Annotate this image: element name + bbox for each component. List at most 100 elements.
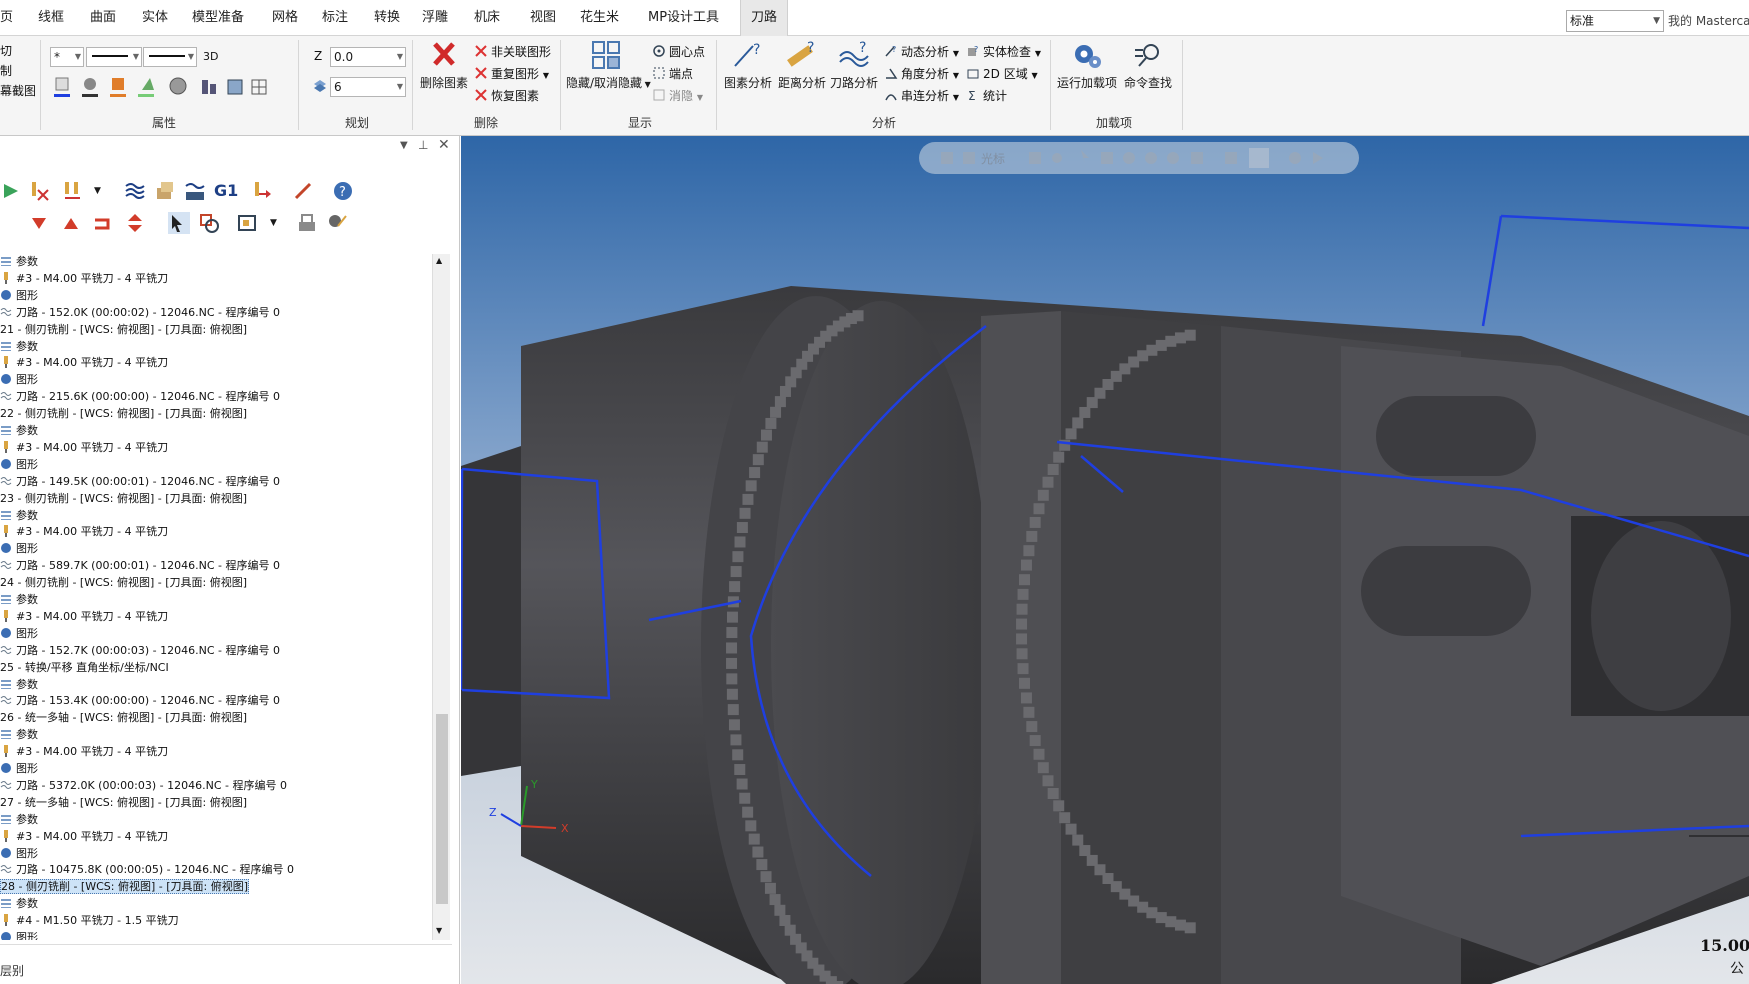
lock-toolpath-icon[interactable] [296, 212, 318, 234]
tool-display-icon[interactable] [326, 212, 348, 234]
entity-analysis-button[interactable]: ? 图素分析 [722, 40, 774, 91]
tree-row[interactable]: 刀路 - 153.4K (00:00:00) - 12046.NC - 程序编号… [0, 693, 280, 709]
tree-row[interactable]: 参数 [0, 254, 38, 270]
move-down-icon[interactable] [28, 212, 50, 234]
statistics-item[interactable]: Σ 统计 [966, 87, 1007, 104]
chain-analysis-item[interactable]: 串连分析 ▼ [884, 87, 959, 104]
tab-10[interactable]: 视图 [530, 0, 556, 36]
angle-analysis-item[interactable]: 角度分析 ▼ [884, 65, 959, 82]
tree-row[interactable]: 刀路 - 5372.0K (00:00:03) - 12046.NC - 程序编… [0, 778, 287, 794]
blank-toggle[interactable]: 消隐 ▼ [652, 87, 703, 104]
tab-3[interactable]: 实体 [142, 0, 168, 36]
tab-4[interactable]: 模型准备 [192, 0, 244, 36]
2d-area-item[interactable]: 2D 区域 ▼ [966, 65, 1038, 82]
tree-row[interactable]: 参数 [0, 508, 38, 524]
tree-row[interactable]: #3 - M4.00 平铣刀 - 4 平铣刀 [0, 829, 168, 845]
select-all-operations-icon[interactable] [0, 180, 22, 202]
tree-row[interactable]: #3 - M4.00 平铣刀 - 4 平铣刀 [0, 440, 168, 456]
center-point-toggle[interactable]: 圆心点 [652, 43, 705, 60]
tab-2[interactable]: 曲面 [90, 0, 116, 36]
tree-row[interactable]: #3 - M4.00 平铣刀 - 4 平铣刀 [0, 609, 168, 625]
tab-12[interactable]: MP设计工具 [648, 0, 719, 36]
endpoints-toggle[interactable]: 端点 [652, 65, 693, 82]
tree-row[interactable]: 图形 [0, 288, 38, 304]
tree-row[interactable]: 参数 [0, 727, 38, 743]
tree-row[interactable]: 27 - 统一多轴 - [WCS: 俯视图] - [刀具面: 俯视图] [0, 795, 247, 811]
g1-post-button[interactable]: G1 [214, 180, 242, 202]
tree-row[interactable]: 参数 [0, 896, 38, 912]
tree-row[interactable]: 刀路 - 152.7K (00:00:03) - 12046.NC - 程序编号… [0, 643, 280, 659]
tree-row[interactable]: 图形 [0, 457, 38, 473]
tree-row[interactable]: 图形 [0, 846, 38, 862]
tree-row[interactable]: 刀路 - 10475.8K (00:00:05) - 12046.NC - 程序… [0, 862, 294, 878]
tree-row[interactable]: 刀路 - 149.5K (00:00:01) - 12046.NC - 程序编号… [0, 474, 280, 490]
tree-row[interactable]: 图形 [0, 930, 38, 940]
tree-row[interactable]: 刀路 - 215.6K (00:00:00) - 12046.NC - 程序编号… [0, 389, 280, 405]
help-icon[interactable]: ? [332, 180, 354, 202]
unassociated-geometry-item[interactable]: 非关联图形 [474, 43, 551, 60]
display-options-icon[interactable] [236, 212, 258, 234]
line-width-select[interactable]: ▼ [143, 47, 197, 67]
tab-8[interactable]: 浮雕 [422, 0, 448, 36]
tree-vertical-scrollbar[interactable]: ▲ ▼ [432, 254, 450, 940]
tree-row[interactable]: 28 - 侧刃铣削 - [WCS: 俯视图] - [刀具面: 俯视图] [0, 879, 249, 895]
tree-row[interactable]: 24 - 侧刃铣削 - [WCS: 俯视图] - [刀具面: 俯视图] [0, 575, 247, 591]
regenerate-icon[interactable] [62, 180, 84, 202]
distance-analysis-button[interactable]: ? 距离分析 [776, 40, 828, 91]
close-icon[interactable]: ✕ [438, 137, 450, 153]
tree-row[interactable]: 23 - 侧刃铣削 - [WCS: 俯视图] - [刀具面: 俯视图] [0, 491, 247, 507]
scroll-down-icon[interactable]: ▼ [436, 926, 442, 935]
ribbon-cut-item[interactable]: 切 [0, 42, 12, 59]
tab-11[interactable]: 花生米 [580, 0, 619, 36]
tree-row[interactable]: 21 - 侧刃铣削 - [WCS: 俯视图] - [刀具面: 俯视图] [0, 322, 247, 338]
highfeed-icon[interactable] [292, 180, 314, 202]
verify-stock-icon[interactable] [154, 180, 176, 202]
level-input[interactable]: 6 ▼ [330, 77, 406, 97]
style-select[interactable]: 标准 ▼ [1566, 10, 1664, 32]
tree-row[interactable]: 图形 [0, 541, 38, 557]
tree-row[interactable]: 参数 [0, 677, 38, 693]
tree-row[interactable]: 图形 [0, 626, 38, 642]
tree-row[interactable]: #3 - M4.00 平铣刀 - 4 平铣刀 [0, 355, 168, 371]
duplicate-geometry-item[interactable]: 重复图形 ▼ [474, 65, 549, 82]
tree-row[interactable]: 26 - 统一多轴 - [WCS: 俯视图] - [刀具面: 俯视图] [0, 710, 247, 726]
scrollbar-thumb[interactable] [436, 714, 448, 904]
dropdown-chevron-icon[interactable]: ▼ [94, 186, 101, 196]
toggle-display-icon[interactable] [198, 212, 220, 234]
tree-row[interactable]: 参数 [0, 812, 38, 828]
display-options-chevron-icon[interactable]: ▼ [270, 218, 277, 228]
simulate-toolpath-icon[interactable] [124, 180, 146, 202]
tree-row[interactable]: 刀路 - 152.0K (00:00:02) - 12046.NC - 程序编号… [0, 305, 280, 321]
graphics-viewport[interactable]: 光标 Y X Z [461, 136, 1749, 984]
run-addin-button[interactable]: 运行加载项 [1056, 40, 1118, 91]
command-search-button[interactable]: 命令查找 [1120, 40, 1176, 91]
tab-1[interactable]: 线框 [38, 0, 64, 36]
tree-row[interactable]: #3 - M4.00 平铣刀 - 4 平铣刀 [0, 271, 168, 287]
line-style-select[interactable]: ▼ [86, 47, 142, 67]
tab-9[interactable]: 机床 [474, 0, 500, 36]
tree-row[interactable]: #4 - M1.50 平铣刀 - 1.5 平铣刀 [0, 913, 179, 929]
solid-check-item[interactable]: ? 实体检查 ▼ [966, 43, 1041, 60]
select-invalid-icon[interactable] [28, 180, 50, 202]
tab-7[interactable]: 转换 [374, 0, 400, 36]
expand-collapse-icon[interactable] [124, 212, 146, 234]
dynamic-analysis-item[interactable]: ? 动态分析 ▼ [884, 43, 959, 60]
undelete-entities-item[interactable]: 恢复图素 [474, 87, 539, 104]
tree-row[interactable]: 图形 [0, 761, 38, 777]
toolpath-analysis-button[interactable]: ? 刀路分析 [828, 40, 880, 91]
insert-arrow-icon[interactable] [92, 212, 114, 234]
tree-row[interactable]: 参数 [0, 339, 38, 355]
pin-icon[interactable]: ⊥ [418, 138, 428, 152]
selection-pointer-icon[interactable] [168, 212, 190, 234]
move-up-icon[interactable] [60, 212, 82, 234]
tree-row[interactable]: 25 - 转换/平移 直角坐标/坐标/NCI [0, 660, 169, 676]
tab-0[interactable]: 页 [0, 0, 13, 36]
panel-menu-chevron-icon[interactable]: ▼ [400, 140, 408, 151]
z-depth-input[interactable]: 0.0 ▼ [330, 47, 406, 67]
tab-5[interactable]: 网格 [272, 0, 298, 36]
tree-row[interactable]: #3 - M4.00 平铣刀 - 4 平铣刀 [0, 524, 168, 540]
mode-3d-toggle[interactable]: 3D [203, 50, 218, 63]
account-link[interactable]: 我的 Masterca [1668, 12, 1749, 29]
hide-unhide-button[interactable]: 隐藏/取消隐藏 ▼ [566, 40, 651, 91]
tree-row[interactable]: 参数 [0, 592, 38, 608]
